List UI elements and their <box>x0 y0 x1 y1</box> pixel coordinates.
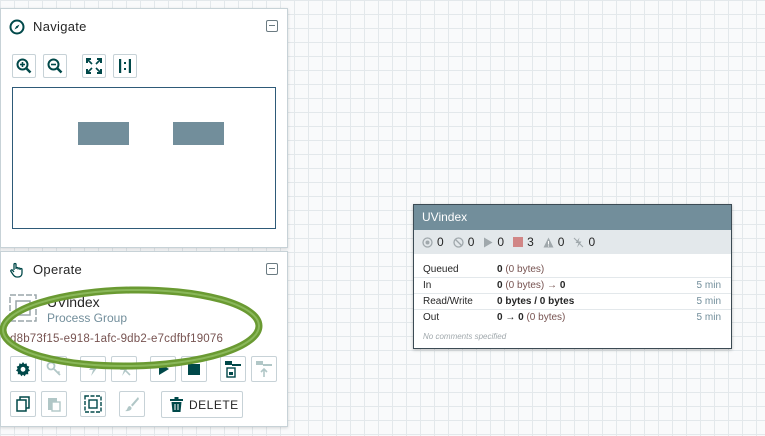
copy-button[interactable] <box>10 391 36 417</box>
operate-title: Operate <box>33 262 83 277</box>
birdseye-view[interactable] <box>12 87 276 229</box>
enable-button[interactable] <box>80 356 106 382</box>
play-icon <box>159 363 169 375</box>
process-group-stats: Queued 0 (0 bytes) In 0 (0 bytes) → 0 5 … <box>414 262 731 325</box>
navigate-header: Navigate <box>1 9 287 43</box>
birdseye-component <box>173 122 224 145</box>
selection-type: Process Group <box>47 311 128 325</box>
operate-collapse-button[interactable] <box>266 263 278 275</box>
paste-icon <box>48 398 61 412</box>
zoom-out-icon <box>47 58 63 74</box>
upload-template-icon <box>256 361 272 377</box>
stats-row-out: Out 0 → 0 (0 bytes) 5 min <box>423 312 721 323</box>
actual-size-button[interactable] <box>113 54 137 78</box>
template-icon <box>225 361 241 378</box>
running-icon <box>484 237 493 247</box>
key-icon <box>46 361 61 376</box>
hand-pointer-icon <box>10 262 23 278</box>
navigate-title: Navigate <box>33 19 87 34</box>
fit-button[interactable] <box>82 54 106 78</box>
stats-row-in: In 0 (0 bytes) → 0 5 min <box>414 278 731 294</box>
start-button[interactable] <box>150 356 176 382</box>
navigate-panel: Navigate <box>0 8 288 248</box>
lightning-icon <box>89 362 97 376</box>
gear-icon <box>16 362 30 377</box>
process-group-comments: No comments specified <box>423 332 507 341</box>
stats-row-read-write: Read/Write 0 bytes / 0 bytes 5 min <box>414 294 731 310</box>
process-group-status-bar: 0 0 0 3 0 0 <box>414 230 731 254</box>
lightning-disabled-icon <box>117 362 131 376</box>
navigate-collapse-button[interactable] <box>266 20 278 32</box>
group-icon <box>84 395 102 413</box>
color-button[interactable] <box>119 391 145 417</box>
zoom-in-icon <box>16 58 32 74</box>
compass-icon <box>9 19 25 35</box>
trash-icon <box>170 397 183 412</box>
birdseye-component <box>78 122 129 145</box>
actual-size-icon <box>119 59 131 73</box>
stopped-icon <box>513 237 524 247</box>
stop-icon <box>188 364 200 375</box>
warning-icon <box>543 237 554 247</box>
delete-label: DELETE <box>189 397 239 412</box>
fit-icon <box>86 58 102 74</box>
operate-panel: Operate UVindex Process Group d8b73f15-e… <box>0 251 288 427</box>
configure-button[interactable] <box>10 356 36 382</box>
process-group-icon <box>9 294 37 322</box>
transmitting-icon <box>422 236 433 248</box>
disabled-count: 0 <box>573 235 595 249</box>
disabled-icon <box>574 237 584 247</box>
group-button[interactable] <box>80 391 106 417</box>
create-template-button[interactable] <box>220 356 246 382</box>
zoom-in-button[interactable] <box>12 54 36 78</box>
operate-header: Operate <box>1 252 287 286</box>
paste-button[interactable] <box>41 391 67 417</box>
delete-button[interactable]: DELETE <box>161 391 243 418</box>
zoom-out-button[interactable] <box>43 54 67 78</box>
upload-template-button[interactable] <box>251 356 277 382</box>
process-group-name: UVindex <box>414 205 731 230</box>
disable-button[interactable] <box>111 356 137 382</box>
running-count: 0 <box>483 235 504 249</box>
brush-icon <box>125 397 139 412</box>
invalid-count: 0 <box>543 235 564 249</box>
transmitting-count: 0 <box>422 235 444 249</box>
not-transmitting-count: 0 <box>453 235 474 249</box>
process-group-node[interactable]: UVindex 0 0 0 3 0 0 Queued 0 (0 bytes) I… <box>413 204 732 349</box>
stop-button[interactable] <box>181 356 207 382</box>
selection-name: UVindex <box>47 294 100 310</box>
stopped-count: 3 <box>513 235 534 249</box>
not-transmitting-icon <box>453 236 464 248</box>
selection-id: d8b73f15-e918-1afc-9db2-e7cdfbf19076 <box>10 333 224 345</box>
access-policies-button[interactable] <box>41 356 67 382</box>
stats-row-queued: Queued 0 (0 bytes) <box>414 262 731 278</box>
copy-icon <box>16 396 30 412</box>
